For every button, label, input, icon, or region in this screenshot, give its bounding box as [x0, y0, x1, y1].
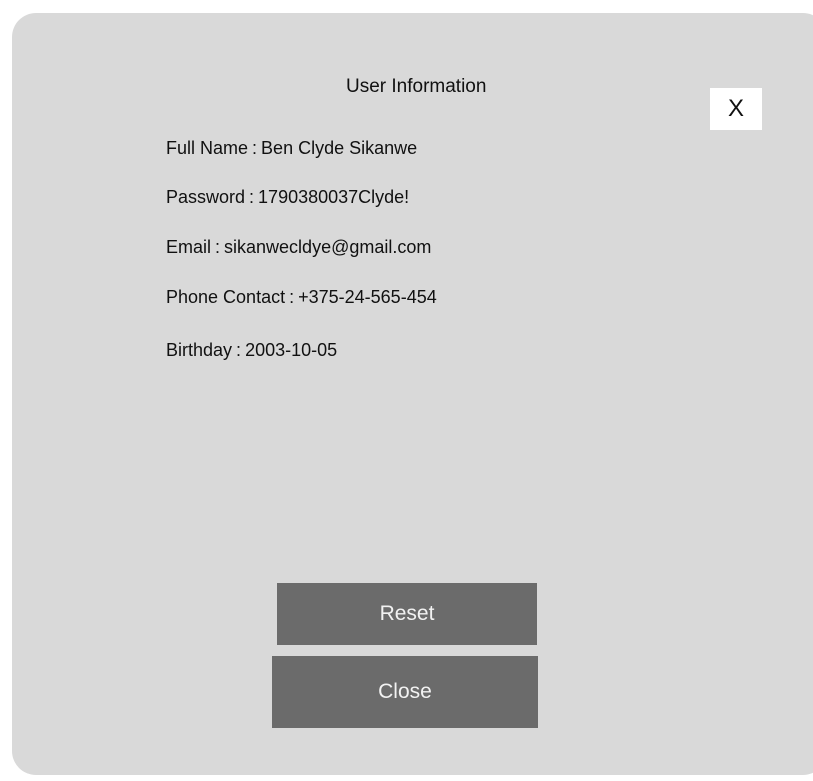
birthday-line: Birthday:2003-10-05: [166, 340, 338, 360]
phone-value: +375-24-565-454: [298, 287, 437, 307]
full-name-label: Full Name: [166, 138, 249, 158]
phone-line: Phone Contact: +375-24-565-454: [166, 287, 437, 307]
reset-button[interactable]: Reset: [277, 583, 537, 645]
email-line: Email: sikanwecldye@gmail.com: [166, 237, 432, 257]
password-value: 1790380037Clyde!: [258, 187, 410, 207]
full-name-line: Full Name: Ben Clyde Sikanwe: [166, 138, 418, 158]
phone-label: Phone Contact: [166, 287, 286, 307]
password-line: Password:1790380037Clyde!: [166, 187, 410, 207]
full-name-value: Ben Clyde Sikanwe: [261, 138, 418, 158]
close-button[interactable]: Close: [272, 656, 538, 728]
email-label: Email: [166, 237, 212, 257]
password-label: Password: [166, 187, 246, 207]
email-value: sikanwecldye@gmail.com: [224, 237, 432, 257]
birthday-value: 2003-10-05: [245, 340, 338, 360]
close-icon[interactable]: X: [710, 88, 762, 130]
dialog-title: User Information: [346, 76, 487, 97]
birthday-label: Birthday: [166, 340, 233, 360]
